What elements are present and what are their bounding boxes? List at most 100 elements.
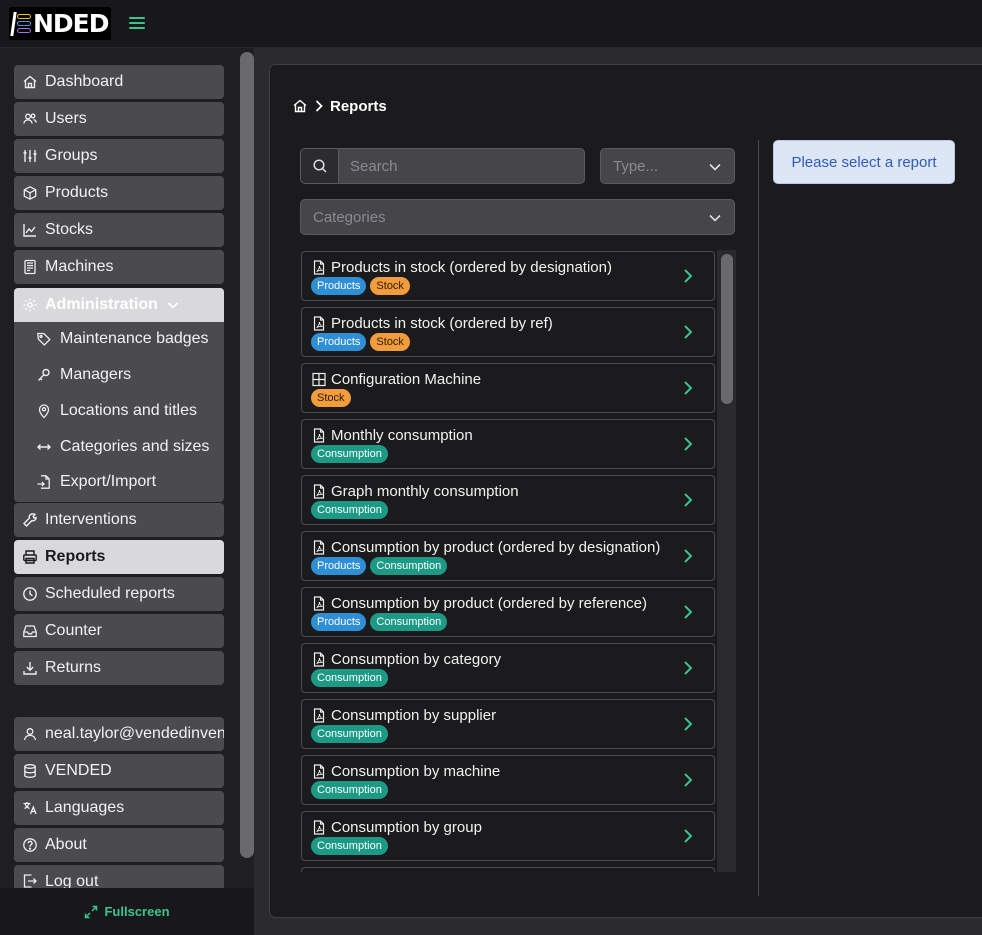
sidebar-item-stocks[interactable]: Stocks bbox=[14, 213, 224, 247]
pdf-file-icon bbox=[312, 595, 326, 611]
report-item[interactable]: Monthly consumption Consumption bbox=[301, 419, 715, 469]
sidebar-item-label: Languages bbox=[45, 799, 125, 816]
sidebar-item-account[interactable]: neal.taylor@vendedinventory.com bbox=[14, 717, 224, 751]
tag-consumption: Consumption bbox=[311, 669, 388, 687]
sidebar-item-interventions[interactable]: Interventions bbox=[14, 503, 224, 537]
chevron-right-icon[interactable] bbox=[682, 379, 694, 397]
report-tags: Products Stock bbox=[311, 333, 410, 351]
question-circle-icon bbox=[22, 837, 38, 853]
users-icon bbox=[22, 111, 38, 127]
chevron-right-icon[interactable] bbox=[682, 603, 694, 621]
report-item[interactable]: Consumption by product (ordered by desig… bbox=[301, 531, 715, 581]
tag-consumption: Consumption bbox=[370, 613, 448, 631]
home-icon[interactable] bbox=[292, 98, 308, 114]
sidebar-subitem-label: Categories and sizes bbox=[60, 438, 210, 455]
pdf-file-icon bbox=[312, 483, 326, 499]
sidebar-item-logout[interactable]: Log out bbox=[14, 865, 224, 888]
sidebar-item-dashboard[interactable]: Dashboard bbox=[14, 65, 224, 99]
tag-consumption: Consumption bbox=[311, 837, 388, 855]
chevron-right-icon[interactable] bbox=[682, 659, 694, 677]
chevron-right-icon[interactable] bbox=[682, 323, 694, 341]
report-title: Consumption by product (ordered by desig… bbox=[331, 538, 661, 556]
sidebar-subitem-managers[interactable]: Managers bbox=[36, 358, 131, 392]
report-item[interactable]: Consumption by category Consumption bbox=[301, 643, 715, 693]
type-select[interactable]: Type... bbox=[600, 148, 735, 184]
sidebar-subitem-locations-and-titles[interactable]: Locations and titles bbox=[36, 394, 197, 428]
expand-icon bbox=[84, 905, 98, 919]
report-tags: Products Stock bbox=[311, 277, 410, 295]
report-title: Consumption by group bbox=[331, 818, 482, 836]
home-icon bbox=[22, 74, 38, 90]
sidebar-item-label: Groups bbox=[45, 147, 98, 164]
sidebar-item-label: Log out bbox=[45, 873, 99, 888]
report-item-partial[interactable] bbox=[301, 867, 715, 872]
chevron-right-icon[interactable] bbox=[682, 827, 694, 845]
search-box bbox=[300, 148, 585, 184]
report-item[interactable]: Consumption by supplier Consumption bbox=[301, 699, 715, 749]
sidebar-item-label: About bbox=[45, 836, 87, 853]
chevron-right-icon[interactable] bbox=[682, 547, 694, 565]
report-tags: Consumption bbox=[311, 501, 388, 519]
tag-stock: Stock bbox=[370, 333, 410, 351]
chevron-right-icon[interactable] bbox=[682, 267, 694, 285]
chevron-right-icon[interactable] bbox=[682, 491, 694, 509]
tag-icon bbox=[36, 331, 52, 347]
tag-consumption: Consumption bbox=[370, 557, 448, 575]
sidebar-item-returns[interactable]: Returns bbox=[14, 651, 224, 685]
report-item[interactable]: Products in stock (ordered by designatio… bbox=[301, 251, 715, 301]
sidebar-item-languages[interactable]: Languages bbox=[14, 791, 224, 825]
report-tags: Consumption bbox=[311, 725, 388, 743]
sidebar-item-users[interactable]: Users bbox=[14, 102, 224, 136]
sidebar-item-machines[interactable]: Machines bbox=[14, 250, 224, 284]
pdf-file-icon bbox=[312, 707, 326, 723]
sidebar-scrollbar[interactable] bbox=[240, 52, 254, 858]
fullscreen-button[interactable]: Fullscreen bbox=[0, 888, 254, 935]
translate-icon bbox=[22, 800, 38, 816]
chevron-right-icon[interactable] bbox=[682, 715, 694, 733]
report-title: Products in stock (ordered by designatio… bbox=[331, 258, 612, 276]
report-tags: Consumption bbox=[311, 445, 388, 463]
report-item[interactable]: Consumption by group Consumption bbox=[301, 811, 715, 861]
sidebar-item-label: neal.taylor@vendedinventory.com bbox=[45, 725, 224, 742]
sidebar-subitem-export-import[interactable]: Export/Import bbox=[36, 465, 156, 499]
report-item[interactable]: Graph monthly consumption Consumption bbox=[301, 475, 715, 525]
sidebar-subitem-label: Export/Import bbox=[60, 473, 157, 490]
report-item[interactable]: Configuration Machine Stock bbox=[301, 363, 715, 413]
search-input[interactable] bbox=[339, 149, 584, 183]
vertical-divider bbox=[758, 140, 759, 896]
breadcrumb: Reports bbox=[292, 96, 387, 116]
report-item[interactable]: Products in stock (ordered by ref) Produ… bbox=[301, 307, 715, 357]
chevron-right-icon bbox=[314, 99, 324, 113]
chevron-down-icon bbox=[708, 211, 722, 225]
categories-select[interactable]: Categories bbox=[300, 199, 735, 235]
report-item[interactable]: Consumption by machine Consumption bbox=[301, 755, 715, 805]
sidebar-subitem-label: Maintenance badges bbox=[60, 330, 209, 347]
sidebar-item-label: Interventions bbox=[45, 511, 137, 528]
sidebar-subitem-categories-and-sizes[interactable]: Categories and sizes bbox=[36, 430, 209, 464]
arrows-horizontal-icon bbox=[36, 439, 52, 455]
pdf-file-icon bbox=[312, 763, 326, 779]
report-title: Products in stock (ordered by ref) bbox=[331, 314, 553, 332]
sidebar-item-about[interactable]: About bbox=[14, 828, 224, 862]
report-list: Products in stock (ordered by designatio… bbox=[300, 250, 736, 872]
info-message-text: Please select a report bbox=[791, 153, 937, 171]
chevron-right-icon[interactable] bbox=[682, 435, 694, 453]
sidebar-item-groups[interactable]: Groups bbox=[14, 139, 224, 173]
sidebar-item-reports[interactable]: Reports bbox=[14, 540, 224, 574]
search-icon[interactable] bbox=[301, 149, 339, 183]
hamburger-menu-icon[interactable] bbox=[128, 15, 146, 31]
sidebar-item-label: Dashboard bbox=[45, 73, 124, 90]
fullscreen-label: Fullscreen bbox=[104, 904, 170, 919]
box-icon bbox=[22, 185, 38, 201]
sidebar-item-scheduled-reports[interactable]: Scheduled reports bbox=[14, 577, 224, 611]
sidebar-item-counter[interactable]: Counter bbox=[14, 614, 224, 648]
top-bar: NDED bbox=[0, 0, 982, 48]
report-item[interactable]: Consumption by product (ordered by refer… bbox=[301, 587, 715, 637]
sidebar-item-products[interactable]: Products bbox=[14, 176, 224, 210]
vended-logo[interactable]: NDED bbox=[9, 7, 111, 40]
chevron-right-icon[interactable] bbox=[682, 771, 694, 789]
report-title: Consumption by machine bbox=[331, 762, 501, 780]
sidebar-item-administration[interactable]: Administration bbox=[14, 288, 224, 322]
sidebar-item-tenant[interactable]: VENDED bbox=[14, 754, 224, 788]
sidebar-subitem-maintenance-badges[interactable]: Maintenance badges bbox=[36, 322, 209, 356]
